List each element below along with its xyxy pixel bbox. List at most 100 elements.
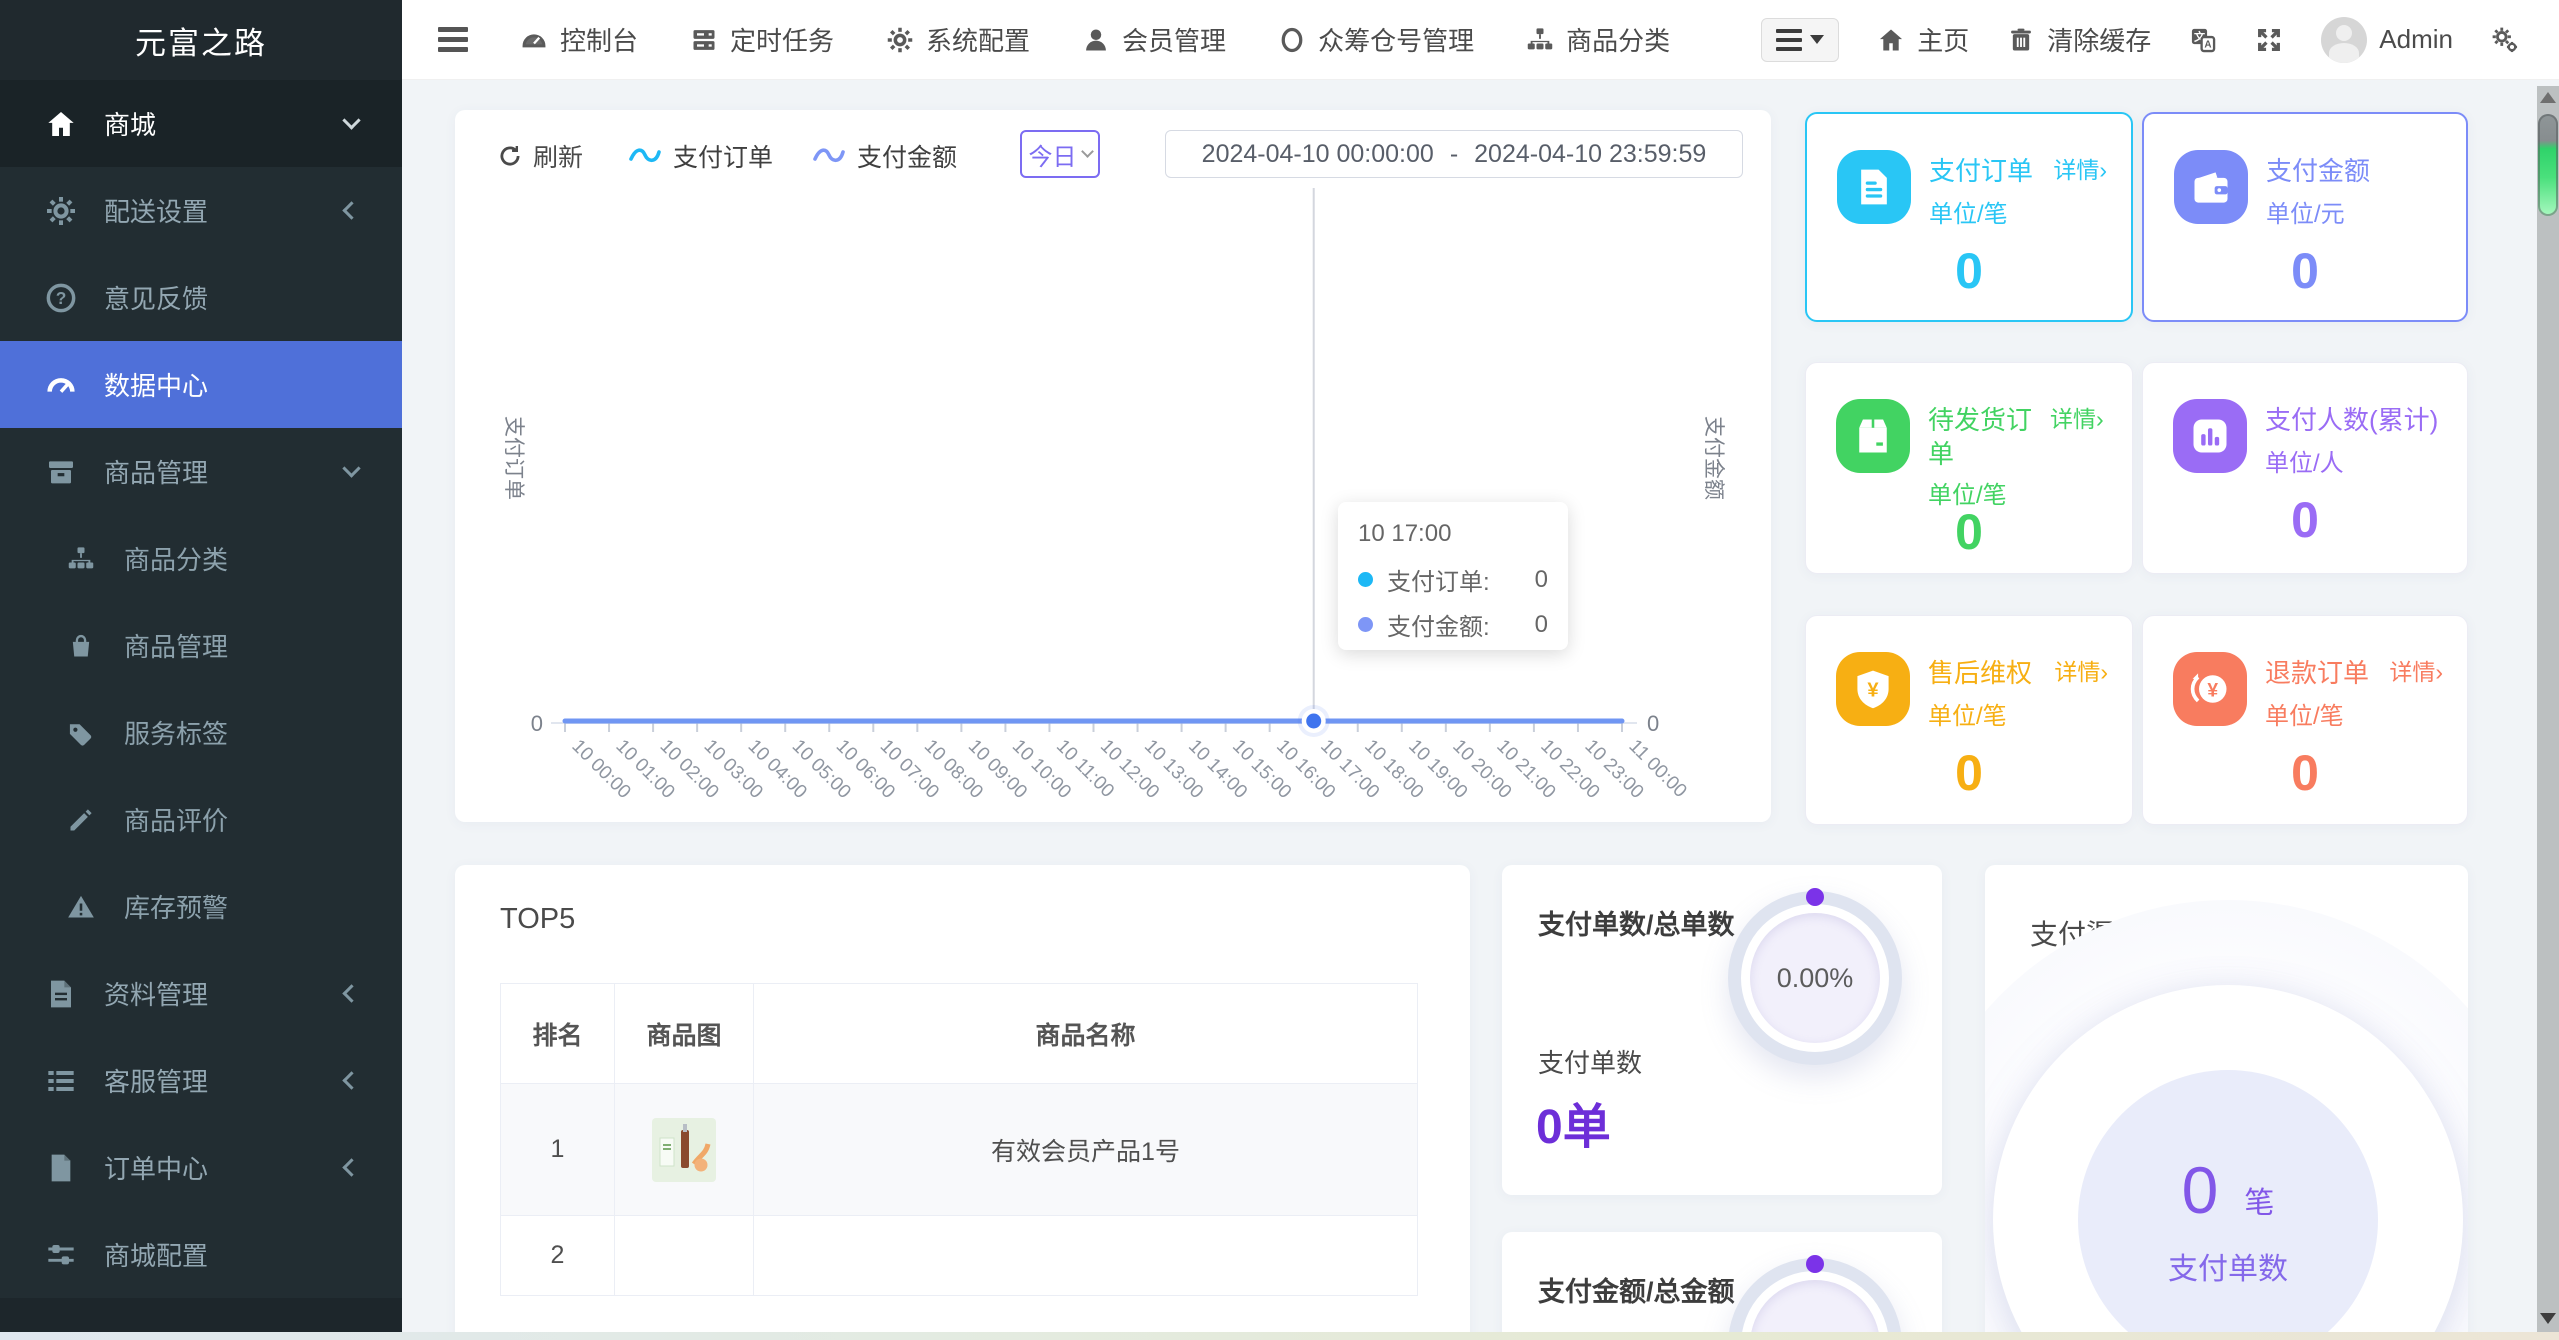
sidebar-item-label: 商品分类 xyxy=(124,545,229,575)
scroll-down-arrow-icon[interactable] xyxy=(2540,1313,2556,1324)
trash-icon xyxy=(2011,28,2032,50)
nav-language-button[interactable]: 文A xyxy=(2189,26,2217,54)
top5-panel: TOP5 排名 商品图 商品名称 1 有效会员产品1号 2 xyxy=(455,865,1470,1340)
fullscreen-icon xyxy=(2258,28,2281,51)
top-navbar: 控制台 定时任务 系统配置 会员管理 众筹仓号管理 商品分类 主页 清除缓存 文… xyxy=(402,0,2559,80)
card-refund-orders[interactable]: ¥ 退款订单 详情› 单位/笔 0 xyxy=(2142,615,2468,825)
card-detail-link[interactable]: 详情› xyxy=(2054,656,2108,688)
sidebar-item-delivery-settings[interactable]: 配送设置 xyxy=(0,167,402,254)
column-header-image: 商品图 xyxy=(614,983,754,1084)
sidebar-item-label: 客服管理 xyxy=(104,1067,209,1097)
card-title: 支付人数(累计) xyxy=(2265,405,2439,435)
sidebar-item-order-center[interactable]: 订单中心 xyxy=(0,1124,402,1211)
gauge-ring: 0.00% xyxy=(1728,1255,1902,1340)
hamburger-menu-icon[interactable] xyxy=(438,27,468,52)
table-row[interactable]: 2 xyxy=(500,1215,1418,1296)
chevron-left-icon xyxy=(342,201,361,220)
series-dot-icon xyxy=(1358,617,1373,632)
sidebar-item-material-management[interactable]: 资料管理 xyxy=(0,950,402,1037)
card-title: 待发货订单 xyxy=(1928,405,2033,469)
pencil-icon xyxy=(62,803,100,837)
chevron-left-icon xyxy=(342,1158,361,1177)
sidebar-item-label: 意见反馈 xyxy=(104,284,209,314)
gauge-amount-panel: 支付金额/总金额 0.00% xyxy=(1502,1232,1942,1340)
gauge-progress-dot xyxy=(1806,1255,1824,1273)
gauge-percent: 0.00% xyxy=(1750,1280,1880,1340)
sitemap-icon xyxy=(62,542,100,576)
card-value: 0 xyxy=(1955,745,1983,801)
sidebar-item-label: 商品管理 xyxy=(124,632,229,662)
sidebar-item-product-category[interactable]: 商品分类 xyxy=(0,515,402,602)
card-detail-link[interactable]: 详情› xyxy=(2050,403,2108,435)
sidebar-item-data-center[interactable]: 数据中心 xyxy=(0,341,402,428)
nav-settings-button[interactable] xyxy=(2491,26,2519,54)
caret-down-icon xyxy=(1810,35,1825,44)
nav-item-product-category[interactable]: 商品分类 xyxy=(1526,21,1670,58)
nav-item-crowdfunding[interactable]: 众筹仓号管理 xyxy=(1278,21,1474,58)
card-title: 退款订单 xyxy=(2265,658,2370,688)
vertical-scrollbar[interactable] xyxy=(2537,86,2559,1332)
nav-item-clear-cache[interactable]: 清除缓存 xyxy=(2007,21,2151,58)
card-pending-shipment[interactable]: 待发货订单 详情› 单位/笔 0 xyxy=(1805,362,2133,574)
sidebar: 元富之路 商城 配送设置 ? 意见反馈 数据中心 商品管理 商品分类 商品管理 … xyxy=(0,0,402,1340)
product-thumbnail xyxy=(652,1117,716,1182)
sidebar-item-product-reviews[interactable]: 商品评价 xyxy=(0,776,402,863)
tooltip-title: 10 17:00 xyxy=(1358,520,1452,547)
sidebar-item-stock-alert[interactable]: 库存预警 xyxy=(0,863,402,950)
sidebar-item-label: 商城配置 xyxy=(104,1241,209,1271)
nav-item-scheduled-tasks[interactable]: 定时任务 xyxy=(690,21,834,58)
sidebar-item-customer-service[interactable]: 客服管理 xyxy=(0,1037,402,1124)
navbar-left: 控制台 定时任务 系统配置 会员管理 众筹仓号管理 商品分类 xyxy=(438,21,1670,58)
card-detail-link[interactable]: 详情› xyxy=(2389,656,2443,688)
payments-chart-panel: 刷新 支付订单 支付金额 今日 2024-04-10 00:00:00 - 20… xyxy=(455,110,1771,822)
svg-text:¥: ¥ xyxy=(2207,680,2218,701)
main-content: 刷新 支付订单 支付金额 今日 2024-04-10 00:00:00 - 20… xyxy=(402,80,2559,1340)
table-row[interactable]: 1 有效会员产品1号 xyxy=(500,1083,1418,1216)
nav-item-system-config[interactable]: 系统配置 xyxy=(886,21,1030,58)
sidebar-item-label: 服务标签 xyxy=(124,719,229,749)
scrollbar-thumb[interactable] xyxy=(2538,114,2558,216)
card-title: 支付金额 xyxy=(2266,156,2371,186)
nav-item-homepage[interactable]: 主页 xyxy=(1877,21,1969,58)
dashboard-icon xyxy=(522,33,546,47)
card-pay-orders[interactable]: 支付订单 详情› 单位/笔 0 xyxy=(1805,112,2133,322)
sidebar-item-feedback[interactable]: ? 意见反馈 xyxy=(0,254,402,341)
pay-channel-panel: 支付渠道 0 笔 支付单数 xyxy=(1985,865,2468,1340)
menu-bars-icon xyxy=(1776,28,1803,51)
tags-icon xyxy=(62,716,100,750)
nav-user-menu[interactable]: Admin xyxy=(2321,16,2453,63)
sidebar-item-product-management[interactable]: 商品管理 xyxy=(0,428,402,515)
sidebar-item-label: 商品评价 xyxy=(124,806,229,836)
rank-cell: 1 xyxy=(500,1083,615,1216)
document-icon xyxy=(1837,150,1911,224)
column-header-name: 商品名称 xyxy=(753,983,1418,1084)
card-detail-link[interactable]: 详情› xyxy=(2053,154,2107,186)
shopping-bag-icon xyxy=(62,629,100,663)
chart-tooltip: 10 17:00 支付订单: 0 支付金额: 0 xyxy=(1338,502,1568,650)
card-after-sales[interactable]: ¥ 售后维权 详情› 单位/笔 0 xyxy=(1805,615,2133,825)
sliders-icon xyxy=(42,1238,80,1272)
nav-menu-dropdown-button[interactable] xyxy=(1761,17,1840,62)
tooltip-row: 支付金额: 0 xyxy=(1358,607,1548,642)
horizontal-scrollbar[interactable] xyxy=(0,1332,2559,1340)
scroll-up-arrow-icon[interactable] xyxy=(2540,92,2556,103)
card-unit: 单位/笔 xyxy=(1929,201,2008,228)
name-cell: 有效会员产品1号 xyxy=(753,1083,1418,1216)
nav-item-console[interactable]: 控制台 xyxy=(520,21,638,58)
nav-item-member-management[interactable]: 会员管理 xyxy=(1082,21,1226,58)
channel-center: 0 笔 支付单数 xyxy=(2078,1070,2378,1340)
wallet-icon xyxy=(2174,150,2248,224)
sidebar-item-service-tags[interactable]: 服务标签 xyxy=(0,689,402,776)
card-pay-amount[interactable]: 支付金额 单位/元 0 xyxy=(2142,112,2468,322)
line-chart[interactable]: 10 00:0010 01:0010 02:0010 03:0010 04:00… xyxy=(455,110,1771,822)
top5-table: 排名 商品图 商品名称 1 有效会员产品1号 2 xyxy=(500,983,1418,1296)
card-payers-total[interactable]: 支付人数(累计) 单位/人 0 xyxy=(2142,362,2468,574)
sidebar-item-mall-config[interactable]: 商城配置 xyxy=(0,1211,402,1298)
sidebar-item-product-manage-sub[interactable]: 商品管理 xyxy=(0,602,402,689)
gauge-value: 0单 xyxy=(1536,1101,1611,1154)
nav-fullscreen-button[interactable] xyxy=(2255,26,2283,54)
navbar-right: 主页 清除缓存 文A Admin xyxy=(1761,16,2519,63)
home-icon xyxy=(42,107,80,141)
sidebar-item-mall[interactable]: 商城 xyxy=(0,80,402,167)
package-icon xyxy=(1836,399,1910,473)
